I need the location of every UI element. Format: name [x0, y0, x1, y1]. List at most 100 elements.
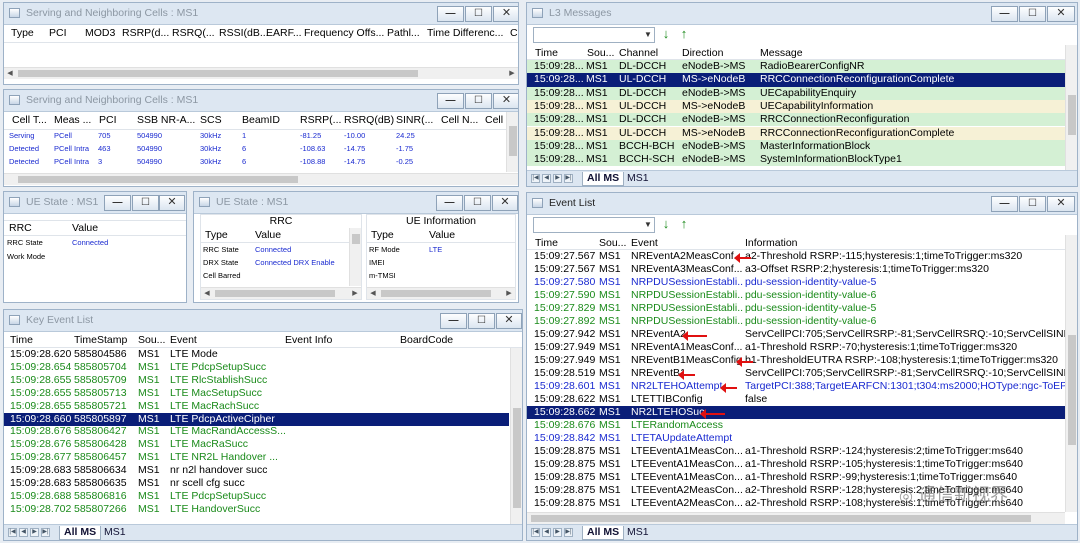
tab-all-ms[interactable]: All MS	[582, 526, 625, 540]
maximize-button[interactable]: ☐	[468, 313, 495, 329]
vertical-scrollbar[interactable]	[506, 112, 518, 172]
col-header[interactable]: Sou...	[587, 47, 614, 59]
col-header[interactable]: Sou...	[138, 334, 165, 346]
table-row[interactable]: 15:09:28.655 585805721 MS1 LTE MacRachSucc	[4, 400, 509, 413]
vertical-scrollbar[interactable]	[349, 228, 361, 286]
col-header[interactable]: RSRP(...	[300, 114, 341, 126]
col-header[interactable]: RSRQ(...	[172, 27, 215, 39]
scroll-left-icon[interactable]: ◀	[201, 288, 213, 299]
table-row[interactable]: 15:09:28.655 585805713 MS1 LTE MacSetupSucc	[4, 387, 509, 400]
table-row[interactable]: 15:09:28.683 585806635 MS1 nr scell cfg suc…	[4, 477, 509, 490]
col-header[interactable]: Event	[170, 334, 197, 346]
table-row[interactable]: 15:09:28... MS1 DL-DCCH eNodeB->MS UECapabil…	[527, 86, 1065, 100]
table-row[interactable]: 15:09:28.676 585806428 MS1 LTE MacRaSucc	[4, 438, 509, 451]
tab-ms1[interactable]: MS1	[100, 526, 130, 540]
table-row[interactable]: Detected PCell Intra 463 504990 30kHz 6 -108.6…	[4, 144, 518, 156]
table-row[interactable]: 15:09:27.949 MS1 NREventA1MeasConf... a1-Th…	[527, 341, 1065, 354]
scroll-right-icon[interactable]: ▶	[506, 68, 518, 79]
horizontal-scrollbar[interactable]: ◀ ▶	[4, 67, 518, 79]
table-row[interactable]: Serving PCell 705 504990 30kHz 1 -81.25 -10.00 2…	[4, 131, 518, 143]
col-header[interactable]: Channel	[619, 47, 658, 59]
table-row[interactable]: 15:09:28... MS1 UL-DCCH MS->eNodeB UECapabil…	[527, 99, 1065, 114]
col-header[interactable]: Cell T...	[12, 114, 47, 126]
col-header[interactable]: SSB NR-A...	[137, 114, 195, 126]
col-header[interactable]: Sou...	[599, 237, 626, 249]
col-header[interactable]: MOD3	[85, 27, 115, 39]
table-row[interactable]: 15:09:28.662 MS1 NR2LTEHOSuc	[527, 406, 1065, 419]
tab-first-icon[interactable]: |◀	[531, 528, 540, 537]
table-row[interactable]: 15:09:28.660 585805897 MS1 LTE PdcpActiveCi…	[4, 412, 509, 426]
col-header[interactable]: PCI	[49, 27, 67, 39]
col-header[interactable]: Time	[535, 47, 558, 59]
tab-last-icon[interactable]: ▶|	[564, 528, 573, 537]
col-header[interactable]: Time	[10, 334, 33, 346]
close-button[interactable]: ✕	[493, 93, 518, 109]
table-row[interactable]: 15:09:28.842 MS1 LTETAUpdateAttempt	[527, 432, 1065, 445]
table-row[interactable]: 15:09:28... MS1 BCCH-SCH eNodeB->MS SystemIn…	[527, 153, 1065, 167]
scroll-thumb[interactable]	[531, 515, 1031, 522]
table-row[interactable]: 15:09:28.688 585806816 MS1 LTE PdcpSetupSuc…	[4, 490, 509, 503]
col-header[interactable]: Cell N...	[441, 114, 478, 126]
col-header[interactable]: Direction	[682, 47, 723, 59]
tab-next-icon[interactable]: ▶	[553, 528, 562, 537]
scroll-thumb[interactable]	[513, 408, 521, 508]
vertical-scrollbar[interactable]	[510, 348, 522, 526]
table-row[interactable]: 15:09:28.702 585807266 MS1 LTE HandoverSucc	[4, 503, 509, 516]
table-row[interactable]: 15:09:27.590 MS1 NRPDUSessionEstabli... pdu…	[527, 289, 1065, 302]
titlebar[interactable]: L3 Messages — ☐ ✕	[527, 3, 1077, 25]
col-header[interactable]: Message	[760, 47, 803, 59]
col-header[interactable]: PCI	[99, 114, 117, 126]
maximize-button[interactable]: ☐	[465, 93, 492, 109]
col-header[interactable]: RSRQ(dB)	[344, 114, 394, 126]
filter-combo[interactable]: ▼	[533, 27, 655, 43]
col-header[interactable]: Frequency Offs...	[304, 27, 384, 39]
tab-first-icon[interactable]: |◀	[8, 528, 17, 537]
table-row[interactable]: 15:09:28.601 MS1 NR2LTEHOAttempt TargetPCI:…	[527, 380, 1065, 393]
col-header[interactable]: RSRP(d...	[122, 27, 169, 39]
maximize-button[interactable]: ☐	[1019, 196, 1046, 212]
col-header[interactable]: Pathl...	[387, 27, 420, 39]
horizontal-scrollbar[interactable]: ◀ ▶	[367, 287, 515, 299]
tab-first-icon[interactable]: |◀	[531, 174, 540, 183]
titlebar[interactable]: Key Event List — ☐ ✕	[4, 310, 522, 332]
tab-next-icon[interactable]: ▶	[30, 528, 39, 537]
table-row[interactable]: 15:09:27.567 MS1 NREventA3MeasConf... a3-Of…	[527, 263, 1065, 276]
scroll-thumb[interactable]	[18, 176, 298, 183]
scroll-thumb[interactable]	[215, 290, 335, 297]
maximize-button[interactable]: ☐	[465, 6, 492, 22]
table-row[interactable]: 15:09:28.875 MS1 LTEEventA1MeasCon... a1-Th…	[527, 445, 1065, 458]
table-row[interactable]: 15:09:28.655 585805709 MS1 LTE RlcStablishS…	[4, 374, 509, 387]
col-header[interactable]: Event	[631, 237, 658, 249]
table-row[interactable]: 15:09:28.683 585806634 MS1 nr n2l handover …	[4, 464, 509, 477]
table-row[interactable]: 15:09:28.620 585804586 MS1 LTE Mode	[4, 348, 509, 361]
table-row[interactable]: 15:09:28... MS1 DL-DCCH eNodeB->MS RadioBear…	[527, 60, 1065, 74]
minimize-button[interactable]: —	[436, 195, 463, 211]
tab-last-icon[interactable]: ▶|	[41, 528, 50, 537]
scroll-thumb[interactable]	[352, 234, 360, 244]
scroll-thumb[interactable]	[1068, 335, 1076, 445]
scroll-thumb[interactable]	[18, 70, 418, 77]
tab-ms1[interactable]: MS1	[623, 526, 653, 540]
table-row[interactable]: 15:09:28... MS1 UL-DCCH MS->eNodeB RRCConnec…	[527, 126, 1065, 140]
minimize-button[interactable]: —	[437, 93, 464, 109]
table-row[interactable]: 15:09:27.892 MS1 NRPDUSessionEstabli... pdu…	[527, 315, 1065, 328]
titlebar[interactable]: Event List — ☐ ✕	[527, 193, 1077, 215]
col-header[interactable]: Event Info	[285, 334, 332, 346]
table-row[interactable]: 15:09:28.676 585806427 MS1 LTE MacRandAcces…	[4, 425, 509, 438]
col-header[interactable]: SINR(...	[396, 114, 433, 126]
col-header[interactable]: SCS	[200, 114, 222, 126]
arrow-down-icon[interactable]: ↓	[659, 27, 673, 41]
table-row[interactable]: 15:09:28.676 MS1 LTERandomAccess	[527, 419, 1065, 432]
close-button[interactable]: ✕	[159, 195, 185, 211]
col-header[interactable]: Information	[745, 237, 798, 249]
arrow-up-icon[interactable]: ↑	[677, 27, 691, 41]
minimize-button[interactable]: —	[991, 6, 1018, 22]
maximize-button[interactable]: ☐	[1019, 6, 1046, 22]
close-button[interactable]: ✕	[493, 6, 518, 22]
scroll-thumb[interactable]	[381, 290, 491, 297]
maximize-button[interactable]: ☐	[464, 195, 491, 211]
table-row[interactable]: 15:09:28... MS1 BCCH-BCH eNodeB->MS MasterIn…	[527, 139, 1065, 154]
col-header[interactable]: Meas ...	[54, 114, 91, 126]
close-button[interactable]: ✕	[1047, 196, 1075, 212]
col-header[interactable]: Time	[535, 237, 558, 249]
